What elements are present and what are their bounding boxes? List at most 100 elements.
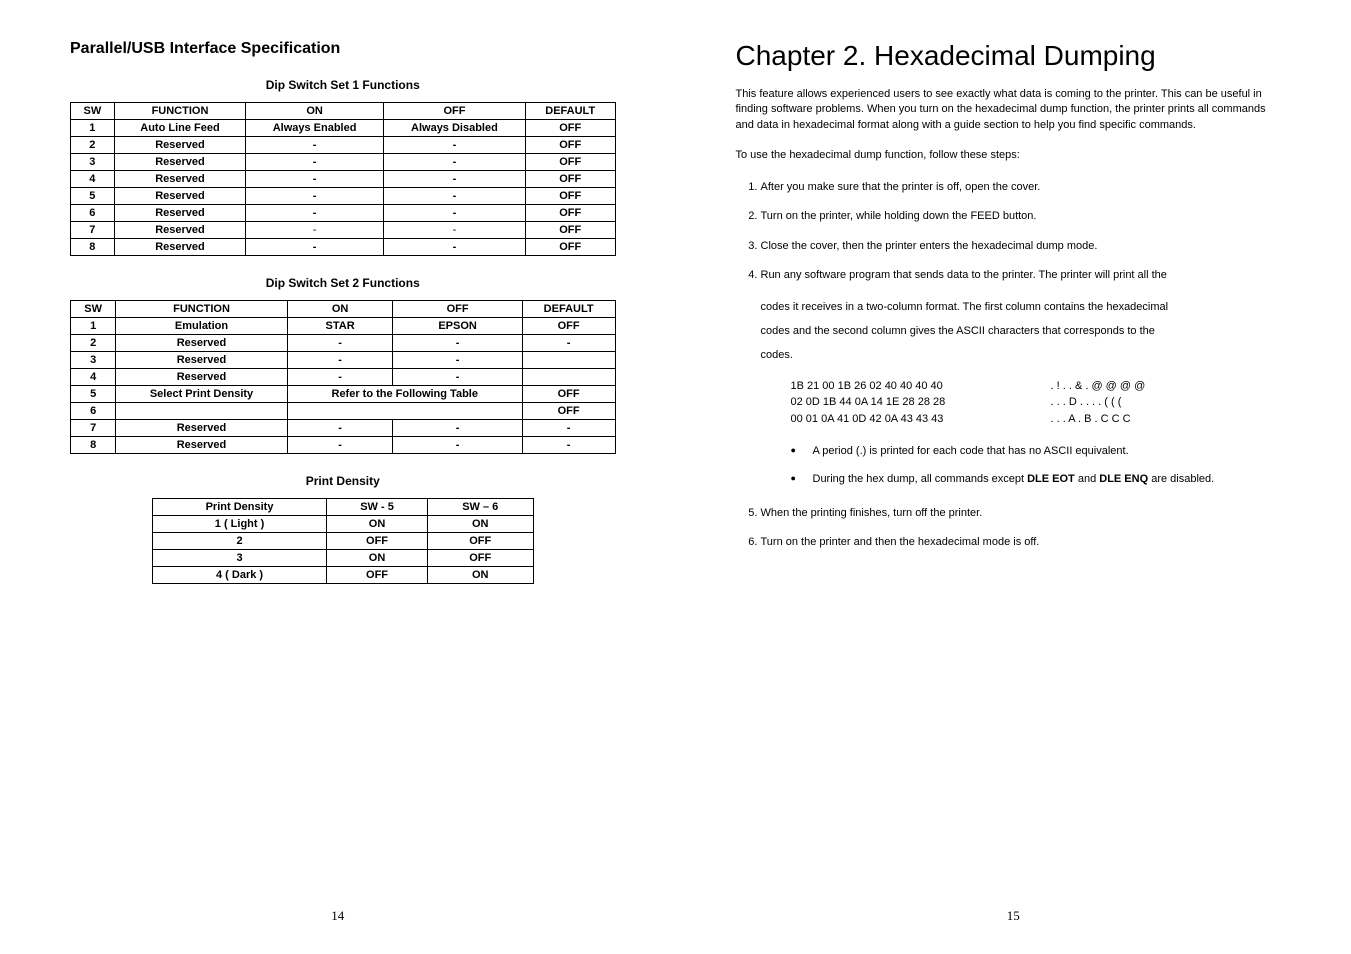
hex-bytes: 1B 21 00 1B 26 02 40 40 40 40 xyxy=(791,378,1011,395)
th-sw6: SW – 6 xyxy=(427,499,533,516)
dip-switch-table-1: SW FUNCTION ON OFF DEFAULT 1 Auto Line F… xyxy=(70,102,616,256)
cell: - xyxy=(393,335,522,352)
bullet-list: A period (.) is printed for each code th… xyxy=(761,442,1282,490)
cell: Refer to the Following Table xyxy=(287,386,522,403)
cell: - xyxy=(393,369,522,386)
cell: 8 xyxy=(71,437,116,454)
step-text: Run any software program that sends data… xyxy=(761,269,1167,281)
cell: 2 xyxy=(152,533,326,550)
cell: OFF xyxy=(525,154,615,171)
cell: 4 ( Dark ) xyxy=(152,567,326,584)
dip-switch-table-2: SW FUNCTION ON OFF DEFAULT 1 Emulation S… xyxy=(70,300,616,454)
cell: - xyxy=(246,154,384,171)
cell: Reserved xyxy=(116,420,287,437)
left-page: Parallel/USB Interface Specification Dip… xyxy=(0,0,676,954)
cell: - xyxy=(393,420,522,437)
use-instruction: To use the hexadecimal dump function, fo… xyxy=(736,148,1282,163)
section-title: Parallel/USB Interface Specification xyxy=(70,40,616,58)
cell: - xyxy=(393,437,522,454)
cell: - xyxy=(522,420,615,437)
cell: Reserved xyxy=(116,335,287,352)
bullet-item: During the hex dump, all commands except… xyxy=(791,470,1282,490)
cell: ON xyxy=(427,516,533,533)
hex-row: 02 0D 1B 44 0A 14 1E 28 28 28 . . . D . … xyxy=(791,394,1282,411)
step-item: Turn on the printer and then the hexadec… xyxy=(761,534,1282,552)
table-row: 2 Reserved - - - xyxy=(71,335,616,352)
cell: - xyxy=(383,137,525,154)
cell: OFF xyxy=(522,403,615,420)
table-row: 1 ( Light ) ON ON xyxy=(152,516,533,533)
step-sub: codes it receives in a two-column format… xyxy=(761,295,1282,368)
cell xyxy=(522,369,615,386)
cell: ON xyxy=(427,567,533,584)
table1-title: Dip Switch Set 1 Functions xyxy=(70,78,616,92)
hex-dump-block: 1B 21 00 1B 26 02 40 40 40 40 . ! . . & … xyxy=(791,378,1282,428)
cell: - xyxy=(246,188,384,205)
table-row: 6 Reserved - - OFF xyxy=(71,205,616,222)
table-row: 4 Reserved - - xyxy=(71,369,616,386)
cell xyxy=(287,403,522,420)
step-item: Run any software program that sends data… xyxy=(761,267,1282,489)
table-row: 3 Reserved - - OFF xyxy=(71,154,616,171)
right-page: Chapter 2. Hexadecimal Dumping This feat… xyxy=(676,0,1351,954)
th-sw5: SW - 5 xyxy=(327,499,428,516)
hex-row: 1B 21 00 1B 26 02 40 40 40 40 . ! . . & … xyxy=(791,378,1282,395)
cell: OFF xyxy=(525,171,615,188)
cell: OFF xyxy=(525,120,615,137)
cell: OFF xyxy=(327,533,428,550)
cell: 6 xyxy=(71,205,115,222)
cell: 1 xyxy=(71,318,116,335)
cell: 4 xyxy=(71,171,115,188)
th-sw: SW xyxy=(71,103,115,120)
cell: 5 xyxy=(71,188,115,205)
th-sw: SW xyxy=(71,301,116,318)
cell: Select Print Density xyxy=(116,386,287,403)
table3-title: Print Density xyxy=(70,474,616,488)
cell xyxy=(522,352,615,369)
cell: Reserved xyxy=(114,154,246,171)
cell: 6 xyxy=(71,403,116,420)
cell: Reserved xyxy=(116,352,287,369)
hex-bytes: 02 0D 1B 44 0A 14 1E 28 28 28 xyxy=(791,394,1011,411)
cell: 8 xyxy=(71,239,115,256)
bullet-item: A period (.) is printed for each code th… xyxy=(791,442,1282,462)
table-row: 2 Reserved - - OFF xyxy=(71,137,616,154)
cell: Reserved xyxy=(114,188,246,205)
th-print-density: Print Density xyxy=(152,499,326,516)
cell: 2 xyxy=(71,137,115,154)
cell: 3 xyxy=(71,154,115,171)
table-row: 3 Reserved - - xyxy=(71,352,616,369)
cell: - xyxy=(287,369,393,386)
hex-ascii: . ! . . & . @ @ @ @ xyxy=(1011,378,1146,395)
table-row: 2 OFF OFF xyxy=(152,533,533,550)
cell: OFF xyxy=(525,205,615,222)
cell: 5 xyxy=(71,386,116,403)
table-row: 8 Reserved - - OFF xyxy=(71,239,616,256)
cell: 7 xyxy=(71,222,115,239)
cell: EPSON xyxy=(393,318,522,335)
cell: - xyxy=(246,137,384,154)
cell: OFF xyxy=(522,318,615,335)
hex-ascii: . . . A . B . C C C xyxy=(1011,411,1131,428)
cell: - xyxy=(383,222,525,239)
cell: Reserved xyxy=(116,437,287,454)
table-row: 4 ( Dark ) OFF ON xyxy=(152,567,533,584)
cell: Emulation xyxy=(116,318,287,335)
step-item: After you make sure that the printer is … xyxy=(761,179,1282,197)
table-row: 8 Reserved - - - xyxy=(71,437,616,454)
cell: 2 xyxy=(71,335,116,352)
steps-list: After you make sure that the printer is … xyxy=(736,179,1282,552)
cell: - xyxy=(246,239,384,256)
step-item: Turn on the printer, while holding down … xyxy=(761,208,1282,226)
cell: OFF xyxy=(427,550,533,567)
page-number: 15 xyxy=(1007,908,1020,924)
cell: Reserved xyxy=(114,171,246,188)
cell: OFF xyxy=(525,222,615,239)
cell: OFF xyxy=(525,137,615,154)
cell: - xyxy=(383,239,525,256)
cell: 7 xyxy=(71,420,116,437)
cell: - xyxy=(287,420,393,437)
cell: - xyxy=(383,154,525,171)
th-function: FUNCTION xyxy=(114,103,246,120)
th-on: ON xyxy=(246,103,384,120)
